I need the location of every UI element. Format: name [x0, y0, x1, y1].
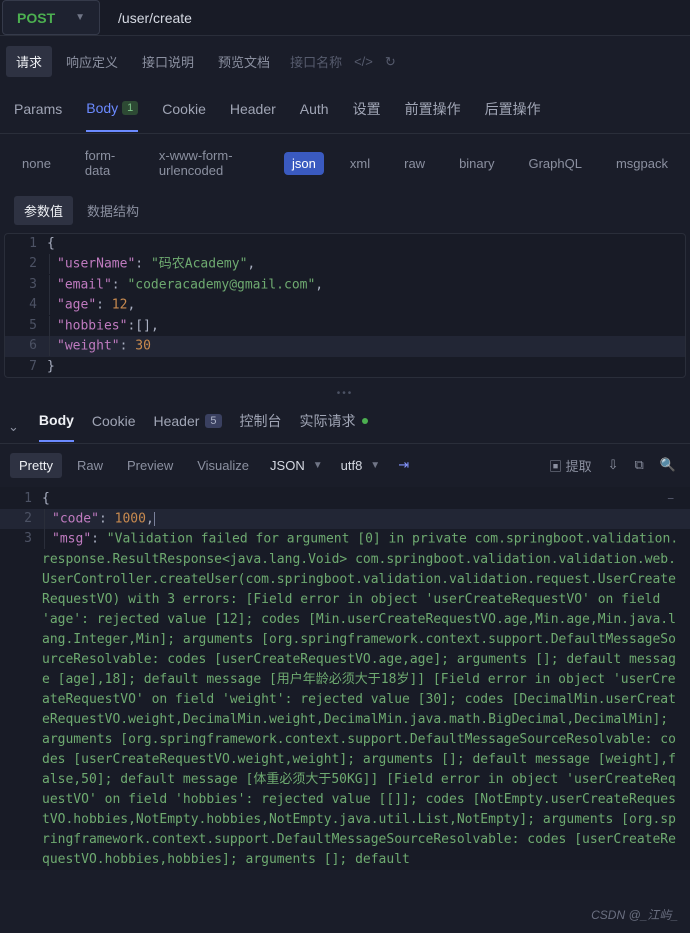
- tab-body-label: Body: [86, 100, 118, 116]
- btype-urlencoded[interactable]: x-www-form-urlencoded: [151, 144, 266, 182]
- http-method-select[interactable]: POST ▼: [2, 0, 100, 35]
- tab-settings[interactable]: 设置: [353, 99, 381, 133]
- tab-body[interactable]: Body 1: [86, 100, 138, 132]
- header-count-badge: 5: [205, 414, 221, 428]
- content-type-label: JSON: [270, 458, 305, 473]
- view-raw[interactable]: Raw: [68, 453, 112, 478]
- api-name-placeholder[interactable]: 接口名称: [290, 52, 342, 71]
- request-url-bar: POST ▼: [0, 0, 690, 36]
- line-number: 1: [0, 489, 42, 509]
- resp-tab-console[interactable]: 控制台: [240, 411, 282, 443]
- subtab-schema[interactable]: 数据结构: [77, 196, 149, 225]
- tab-preview-doc[interactable]: 预览文档: [208, 46, 280, 77]
- tab-auth[interactable]: Auth: [300, 101, 329, 131]
- line-number: 5: [5, 316, 47, 337]
- line-number: 2: [5, 254, 47, 275]
- tab-header[interactable]: Header: [230, 101, 276, 131]
- request-body-editor[interactable]: 1{ 2"userName": "码农Academy", 3"email": "…: [4, 233, 686, 378]
- line-number: 3: [5, 275, 47, 296]
- resp-tab-header-label: Header: [154, 413, 200, 429]
- tab-cookie[interactable]: Cookie: [162, 101, 206, 131]
- status-dot-icon: [362, 418, 368, 424]
- content-type-select[interactable]: JSON ▼: [264, 458, 329, 473]
- body-type-selector: none form-data x-www-form-urlencoded jso…: [0, 134, 690, 192]
- response-tabs: ⌄ Body Cookie Header 5 控制台 实际请求: [0, 401, 690, 444]
- request-meta-tabs: 请求 响应定义 接口说明 预览文档 接口名称 </> ↻: [0, 36, 690, 87]
- btype-xml[interactable]: xml: [342, 152, 378, 175]
- btype-form-data[interactable]: form-data: [77, 144, 133, 182]
- body-count-badge: 1: [122, 101, 138, 115]
- resp-tab-header[interactable]: Header 5: [154, 413, 222, 441]
- tab-post-action[interactable]: 后置操作: [485, 99, 541, 133]
- encoding-label: utf8: [341, 458, 363, 473]
- fold-icon[interactable]: −: [667, 489, 674, 509]
- resp-tab-cookie[interactable]: Cookie: [92, 413, 136, 441]
- tab-params[interactable]: Params: [14, 101, 62, 131]
- view-pretty[interactable]: Pretty: [10, 453, 62, 478]
- resp-tab-actual[interactable]: 实际请求: [300, 411, 368, 443]
- url-input[interactable]: [104, 0, 690, 35]
- code-icon[interactable]: </>: [354, 54, 373, 69]
- copy-icon[interactable]: ⧉: [631, 453, 648, 477]
- btype-msgpack[interactable]: msgpack: [608, 152, 676, 175]
- view-visualize[interactable]: Visualize: [188, 453, 258, 478]
- chevron-down-icon: ▼: [75, 12, 85, 23]
- line-number: 3: [0, 529, 42, 870]
- subtab-values[interactable]: 参数值: [14, 196, 73, 225]
- chevron-down-icon: ▼: [313, 460, 323, 471]
- chevron-down-icon[interactable]: ⌄: [8, 419, 21, 435]
- line-number: 1: [5, 234, 47, 254]
- watermark: CSDN @_江屿_: [591, 906, 678, 923]
- tab-pre-action[interactable]: 前置操作: [405, 99, 461, 133]
- line-number: 7: [5, 357, 47, 377]
- btype-none[interactable]: none: [14, 152, 59, 175]
- tab-response-def[interactable]: 响应定义: [56, 46, 128, 77]
- line-number: 6: [5, 336, 47, 357]
- resp-tab-actual-label: 实际请求: [300, 411, 356, 431]
- view-preview[interactable]: Preview: [118, 453, 182, 478]
- wrap-icon[interactable]: ⇥: [394, 453, 413, 477]
- btype-json[interactable]: json: [284, 152, 324, 175]
- encoding-select[interactable]: utf8 ▼: [335, 458, 387, 473]
- line-number: 4: [5, 295, 47, 316]
- request-section-tabs: Params Body 1 Cookie Header Auth 设置 前置操作…: [0, 87, 690, 134]
- download-icon[interactable]: ⇩: [604, 453, 623, 477]
- panel-resize-handle[interactable]: •••: [0, 386, 690, 401]
- btype-binary[interactable]: binary: [451, 152, 502, 175]
- resp-tab-body[interactable]: Body: [39, 412, 74, 442]
- http-method-label: POST: [17, 10, 55, 26]
- response-body-viewer[interactable]: 1{− 2"code": 1000, 3"msg": "Validation f…: [0, 487, 690, 870]
- search-icon[interactable]: 🔍: [656, 453, 680, 477]
- btype-graphql[interactable]: GraphQL: [520, 152, 589, 175]
- refresh-icon[interactable]: ↻: [385, 54, 396, 70]
- btype-raw[interactable]: raw: [396, 152, 433, 175]
- chevron-down-icon: ▼: [370, 460, 380, 471]
- extract-button[interactable]: ▣ 提取: [545, 452, 596, 479]
- tab-api-desc[interactable]: 接口说明: [132, 46, 204, 77]
- tab-request[interactable]: 请求: [6, 46, 52, 77]
- response-toolbar: Pretty Raw Preview Visualize JSON ▼ utf8…: [0, 444, 690, 487]
- line-number: 2: [0, 509, 42, 530]
- body-sub-tabs: 参数值 数据结构: [0, 192, 690, 233]
